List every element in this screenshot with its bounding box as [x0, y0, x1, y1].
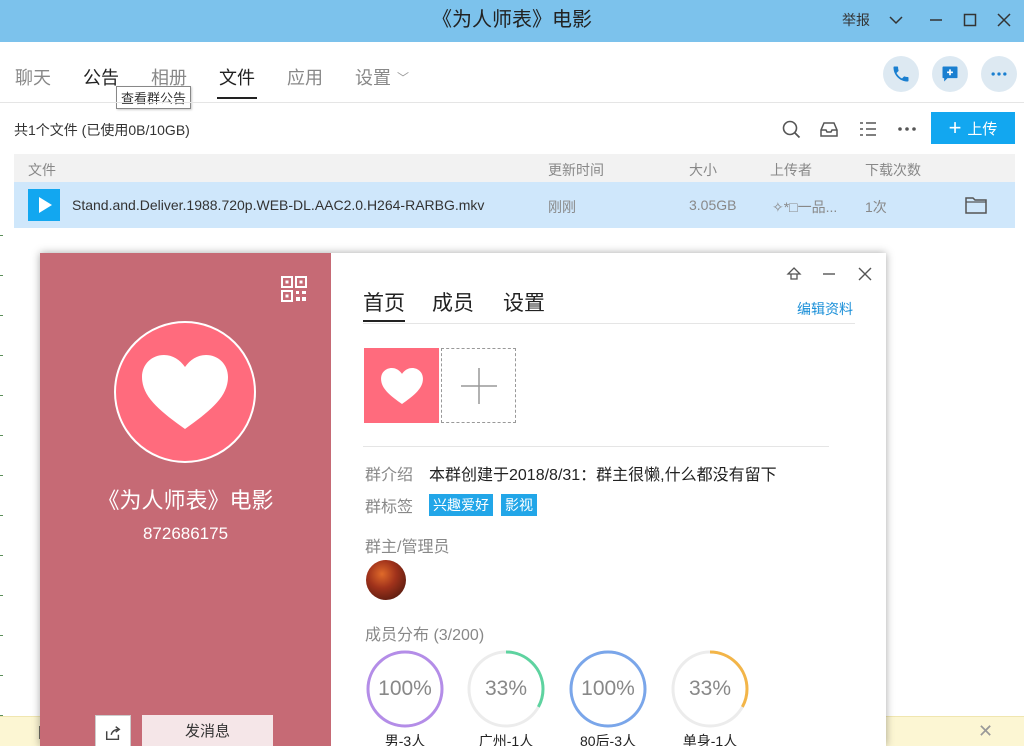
call-button[interactable] — [883, 56, 919, 92]
ring-label: 广州-1人 — [478, 733, 534, 746]
folder-icon[interactable] — [964, 194, 988, 216]
add-photo-button[interactable] — [441, 348, 516, 423]
report-button[interactable]: 举报 — [842, 10, 870, 30]
file-name[interactable]: Stand.and.Deliver.1988.720p.WEB-DL.AAC2.… — [72, 197, 484, 213]
column-file[interactable]: 文件 — [28, 160, 56, 180]
add-message-button[interactable] — [932, 56, 968, 92]
ring-label: 男-3人 — [384, 733, 426, 746]
column-downloads[interactable]: 下载次数 — [865, 160, 921, 180]
pin-icon[interactable] — [785, 265, 803, 283]
tab-files[interactable]: 文件 — [217, 64, 257, 99]
admins-label: 群主/管理员 — [365, 539, 450, 556]
title-bar: 《为人师表》电影 举报 — [0, 0, 1024, 42]
ring-percent: 33% — [688, 677, 732, 700]
divider — [363, 446, 829, 447]
file-size: 3.05GB — [689, 197, 737, 213]
video-file-icon — [28, 189, 60, 221]
upload-label: 上传 — [967, 120, 998, 138]
phone-icon — [893, 66, 909, 82]
tab-group-settings[interactable]: 设置 — [503, 287, 545, 317]
group-name: 《为人师表》电影 — [97, 488, 274, 513]
tags-label: 群标签 — [365, 499, 414, 516]
divider — [0, 102, 1024, 103]
tab-settings[interactable]: 设置 ﹀ — [355, 64, 409, 94]
tab-members[interactable]: 成员 — [432, 287, 474, 317]
minimize-icon[interactable] — [924, 8, 948, 32]
inbox-icon[interactable] — [818, 118, 840, 140]
group-avatar[interactable] — [114, 321, 256, 463]
send-message-button[interactable]: 发消息 — [142, 715, 273, 746]
distribution-label: 成员分布 (3/200) — [365, 627, 485, 644]
qr-code-icon[interactable] — [280, 275, 308, 303]
search-icon[interactable] — [780, 118, 802, 140]
file-summary: 共1个文件 (已使用0B/10GB) — [14, 122, 190, 138]
upload-button[interactable]: + 上传 — [931, 112, 1015, 144]
ring-label: 80后-3人 — [579, 733, 637, 746]
window-title: 《为人师表》电影 — [432, 9, 592, 31]
tooltip: 查看群公告 — [116, 86, 192, 109]
intro-value: 本群创建于2018/8/31：群主很懒,什么都没有留下 — [429, 467, 777, 484]
table-header: 文件 更新时间 大小 上传者 下载次数 — [14, 154, 1015, 182]
group-photo[interactable] — [364, 348, 439, 423]
ring-label: 单身-1人 — [682, 733, 738, 746]
heart-icon — [142, 355, 228, 429]
chat-plus-icon — [942, 66, 958, 82]
group-id: 872686175 — [142, 524, 229, 543]
window-edge — [0, 229, 3, 746]
plus-icon: + — [948, 115, 962, 140]
heart-icon — [380, 367, 423, 404]
more-icon — [991, 72, 1007, 76]
group-profile-card: 《为人师表》电影 872686175 发消息 首页 成员 设置 编辑资料 群介绍… — [40, 253, 886, 746]
file-uploader[interactable]: ✧*□一品... — [772, 197, 837, 217]
distribution-ring[interactable]: 100% — [568, 649, 648, 729]
share-icon — [105, 726, 121, 741]
tag-interest[interactable]: 兴趣爱好 — [429, 494, 493, 516]
share-button[interactable] — [95, 715, 131, 746]
close-icon[interactable]: ✕ — [978, 721, 993, 742]
file-downloads: 1次 — [865, 199, 887, 215]
distribution-ring[interactable]: 33% — [670, 649, 750, 729]
tabs-underline — [363, 323, 855, 324]
table-row[interactable]: Stand.and.Deliver.1988.720p.WEB-DL.AAC2.… — [14, 182, 1015, 228]
distribution-ring[interactable]: 100% — [365, 649, 445, 729]
tab-apps[interactable]: 应用 — [287, 64, 323, 94]
admin-avatar[interactable] — [366, 560, 406, 600]
column-uploader[interactable]: 上传者 — [770, 160, 812, 180]
ring-percent: 100% — [378, 677, 432, 700]
close-icon[interactable] — [992, 8, 1016, 32]
profile-sidebar: 《为人师表》电影 872686175 发消息 — [40, 253, 331, 746]
column-size[interactable]: 大小 — [689, 160, 717, 180]
tab-announcement[interactable]: 公告 — [83, 64, 119, 94]
chevron-down-icon: ﹀ — [397, 71, 410, 85]
list-view-icon[interactable] — [857, 118, 879, 140]
more-button[interactable] — [981, 56, 1017, 92]
maximize-icon[interactable] — [958, 8, 982, 32]
file-updated: 刚刚 — [548, 199, 576, 215]
tab-home[interactable]: 首页 — [363, 287, 405, 322]
edit-profile-link[interactable]: 编辑资料 — [797, 299, 853, 319]
tab-chat[interactable]: 聊天 — [15, 64, 51, 94]
more-options-icon[interactable] — [896, 118, 918, 140]
tab-settings-label: 设置 — [355, 68, 391, 88]
distribution-ring[interactable]: 33% — [466, 649, 546, 729]
column-updated[interactable]: 更新时间 — [548, 160, 604, 180]
minimize-icon[interactable] — [820, 265, 838, 283]
intro-label: 群介绍 — [365, 467, 414, 484]
plus-icon — [460, 367, 497, 404]
chevron-down-icon[interactable] — [884, 8, 908, 32]
close-icon[interactable] — [856, 265, 874, 283]
ring-percent: 100% — [581, 677, 635, 700]
tag-film[interactable]: 影视 — [501, 494, 537, 516]
ring-percent: 33% — [484, 677, 528, 700]
